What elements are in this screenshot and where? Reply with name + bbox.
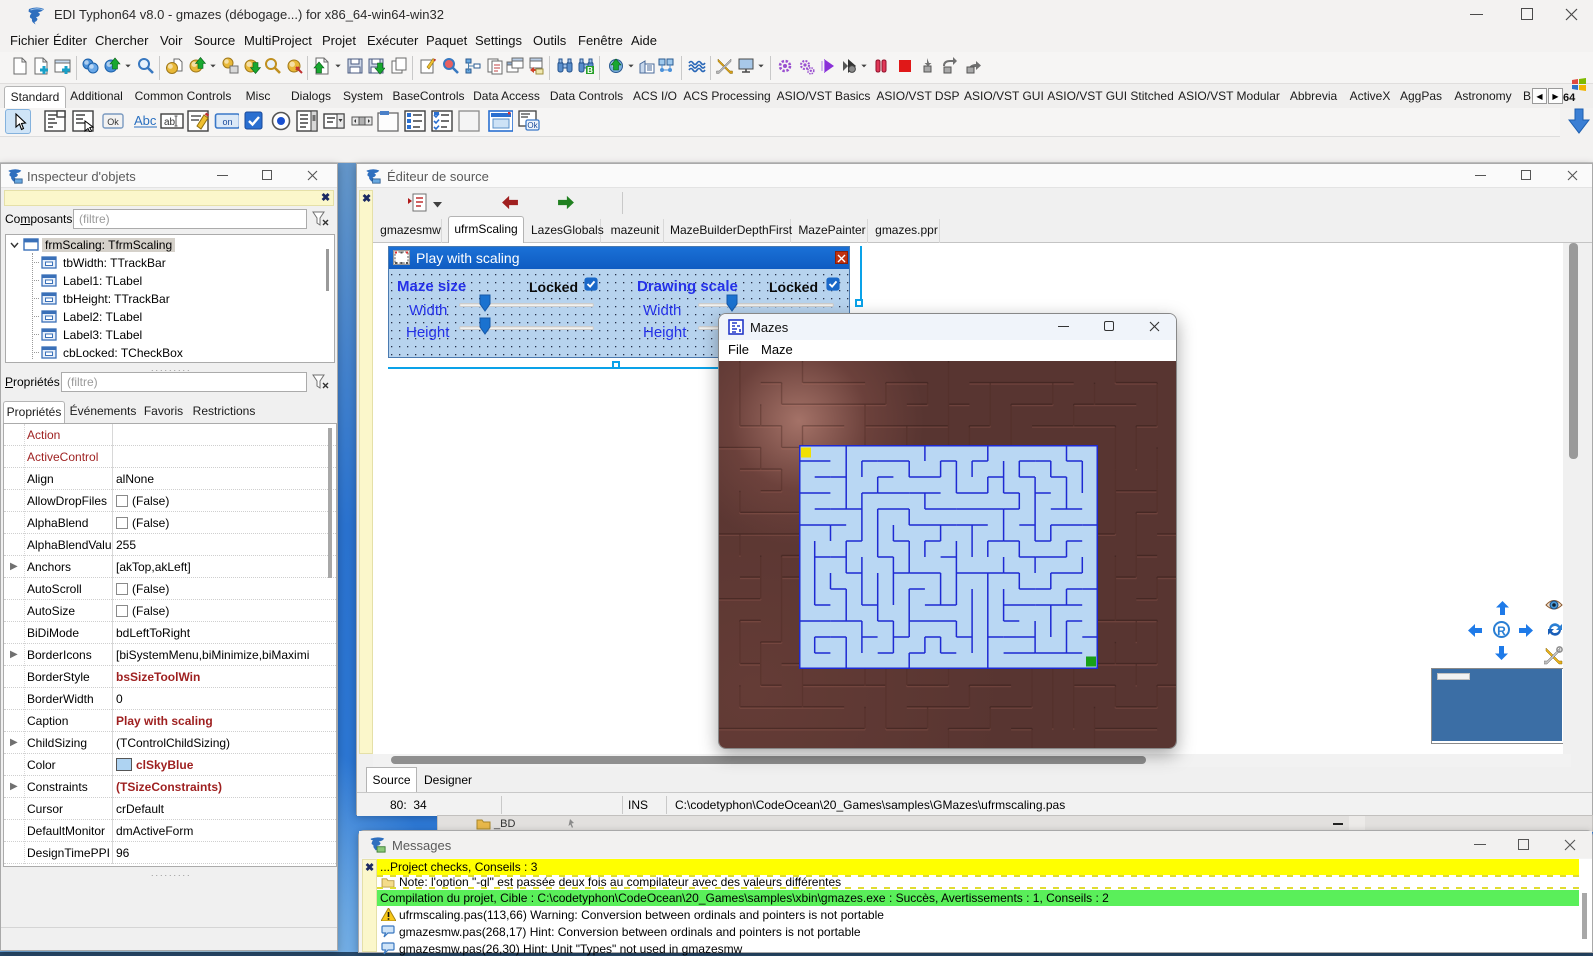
svg-text:Ok: Ok (527, 121, 538, 130)
svg-text:Abc: Abc (134, 113, 157, 128)
svg-text:Ok: Ok (107, 117, 119, 127)
svg-text:on: on (222, 117, 232, 127)
svg-text:B: B (587, 66, 593, 75)
svg-text:ab: ab (164, 117, 176, 128)
